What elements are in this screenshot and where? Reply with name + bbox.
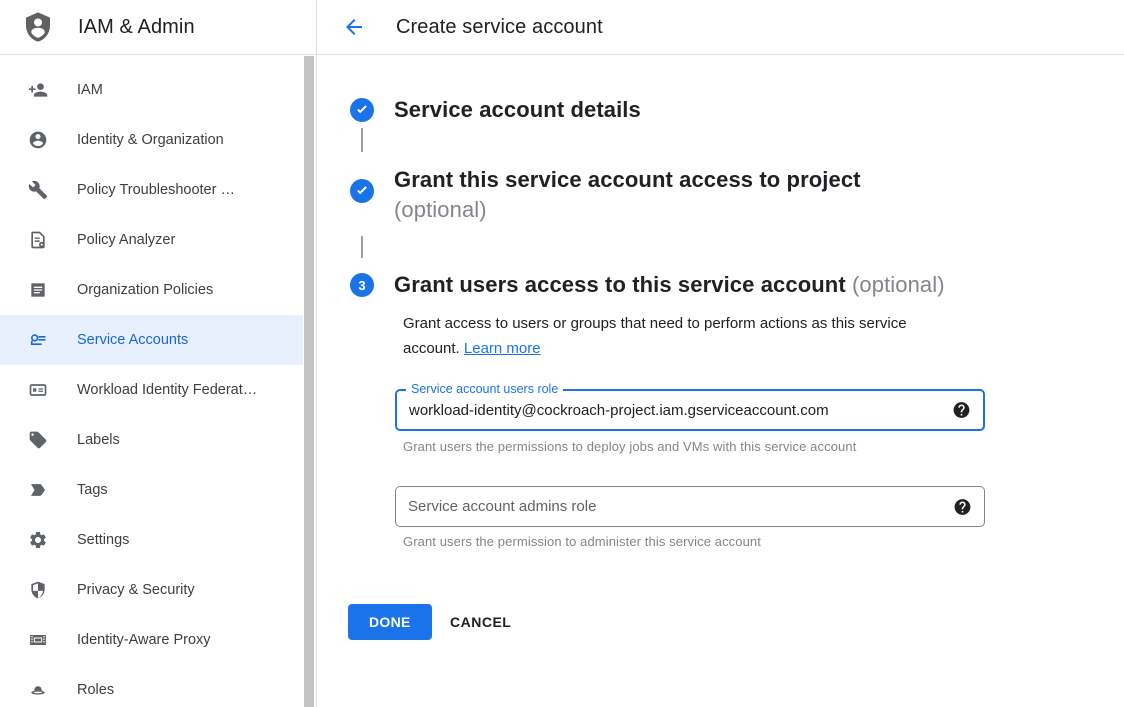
sidebar: IAM & Admin IAM Identity & Organization … [0, 0, 317, 707]
step-description: Grant access to users or groups that nee… [403, 311, 963, 361]
sidebar-item-roles[interactable]: Roles [0, 665, 303, 707]
product-title: IAM & Admin [78, 16, 195, 39]
gear-icon [28, 530, 48, 550]
back-button[interactable] [340, 13, 368, 41]
sidebar-item-iam[interactable]: IAM [0, 65, 303, 115]
users-role-field: Service account users role [395, 389, 985, 431]
sidebar-item-label: Identity & Organization [77, 132, 224, 148]
page-title: Create service account [396, 16, 603, 39]
users-role-helper-text: Grant users the permissions to deploy jo… [403, 439, 856, 454]
admins-role-input[interactable] [396, 487, 984, 526]
step-grant-access-to-project[interactable]: Grant this service account access to pro… [394, 165, 994, 225]
shield-person-icon [22, 10, 54, 44]
help-icon [952, 401, 971, 420]
done-button[interactable]: DONE [348, 604, 432, 640]
sidebar-item-label: IAM [77, 82, 103, 98]
sidebar-item-label: Service Accounts [77, 332, 188, 348]
account-circle-icon [28, 130, 48, 150]
cancel-button[interactable]: CANCEL [442, 604, 519, 640]
sidebar-item-identity-organization[interactable]: Identity & Organization [0, 115, 303, 165]
users-role-help-button[interactable] [952, 401, 971, 420]
step-number-badge: 3 [350, 273, 374, 297]
sidebar-item-label: Tags [77, 482, 108, 498]
sidebar-nav: IAM Identity & Organization Policy Troub… [0, 65, 303, 707]
proxy-icon [28, 630, 48, 650]
create-service-account-form: Service account details Grant this servi… [318, 55, 1124, 707]
step-optional-text: (optional) [852, 272, 945, 297]
stepper-connector [361, 236, 363, 258]
main-header: Create service account [318, 0, 1124, 55]
sidebar-item-label: Labels [77, 432, 120, 448]
person-add-icon [28, 80, 48, 100]
tag-arrow-icon [28, 480, 48, 500]
shield-icon [28, 580, 48, 600]
step-title-text: Grant this service account access to pro… [394, 167, 861, 192]
sidebar-item-label: Policy Analyzer [77, 232, 175, 248]
arrow-back-icon [342, 15, 366, 39]
sidebar-item-workload-identity-federation[interactable]: Workload Identity Federat… [0, 365, 303, 415]
sidebar-item-label: Identity-Aware Proxy [77, 632, 211, 648]
admins-role-helper-text: Grant users the permission to administer… [403, 534, 761, 549]
admins-role-help-button[interactable] [953, 497, 972, 516]
sidebar-item-label: Settings [77, 532, 129, 548]
admins-role-field [395, 486, 985, 527]
sidebar-item-policy-analyzer[interactable]: Policy Analyzer [0, 215, 303, 265]
step-grant-users-access[interactable]: Grant users access to this service accou… [394, 272, 945, 298]
sidebar-header: IAM & Admin [0, 0, 316, 55]
help-icon [953, 497, 972, 516]
card-icon [28, 380, 48, 400]
step-number: 3 [358, 278, 365, 293]
sidebar-item-service-accounts[interactable]: Service Accounts [0, 315, 303, 365]
article-icon [28, 280, 48, 300]
sidebar-item-privacy-security[interactable]: Privacy & Security [0, 565, 303, 615]
sidebar-item-label: Roles [77, 682, 114, 698]
step-service-account-details[interactable]: Service account details [394, 97, 641, 123]
sidebar-scrollbar[interactable] [304, 56, 314, 707]
sidebar-item-label: Organization Policies [77, 282, 213, 298]
document-gear-icon [28, 230, 48, 250]
users-role-input[interactable] [397, 391, 983, 429]
label-tag-icon [28, 430, 48, 450]
step-title-text: Grant users access to this service accou… [394, 272, 846, 297]
sidebar-item-label: Workload Identity Federat… [77, 382, 257, 398]
sidebar-item-policy-troubleshooter[interactable]: Policy Troubleshooter … [0, 165, 303, 215]
sidebar-item-label: Policy Troubleshooter … [77, 182, 235, 198]
sidebar-item-labels[interactable]: Labels [0, 415, 303, 465]
app-root: IAM & Admin IAM Identity & Organization … [0, 0, 1124, 707]
sidebar-item-label: Privacy & Security [77, 582, 195, 598]
check-circle-icon [350, 179, 374, 203]
check-circle-icon [350, 98, 374, 122]
learn-more-link[interactable]: Learn more [464, 340, 541, 357]
hat-icon [28, 680, 48, 700]
service-account-icon [28, 330, 48, 350]
stepper-connector [361, 128, 363, 152]
sidebar-item-settings[interactable]: Settings [0, 515, 303, 565]
step-title-text: Service account details [394, 97, 641, 122]
sidebar-item-identity-aware-proxy[interactable]: Identity-Aware Proxy [0, 615, 303, 665]
main-panel: Create service account Service account d… [318, 0, 1124, 707]
step-optional-text: (optional) [394, 197, 487, 222]
sidebar-item-organization-policies[interactable]: Organization Policies [0, 265, 303, 315]
sidebar-item-tags[interactable]: Tags [0, 465, 303, 515]
wrench-icon [28, 180, 48, 200]
